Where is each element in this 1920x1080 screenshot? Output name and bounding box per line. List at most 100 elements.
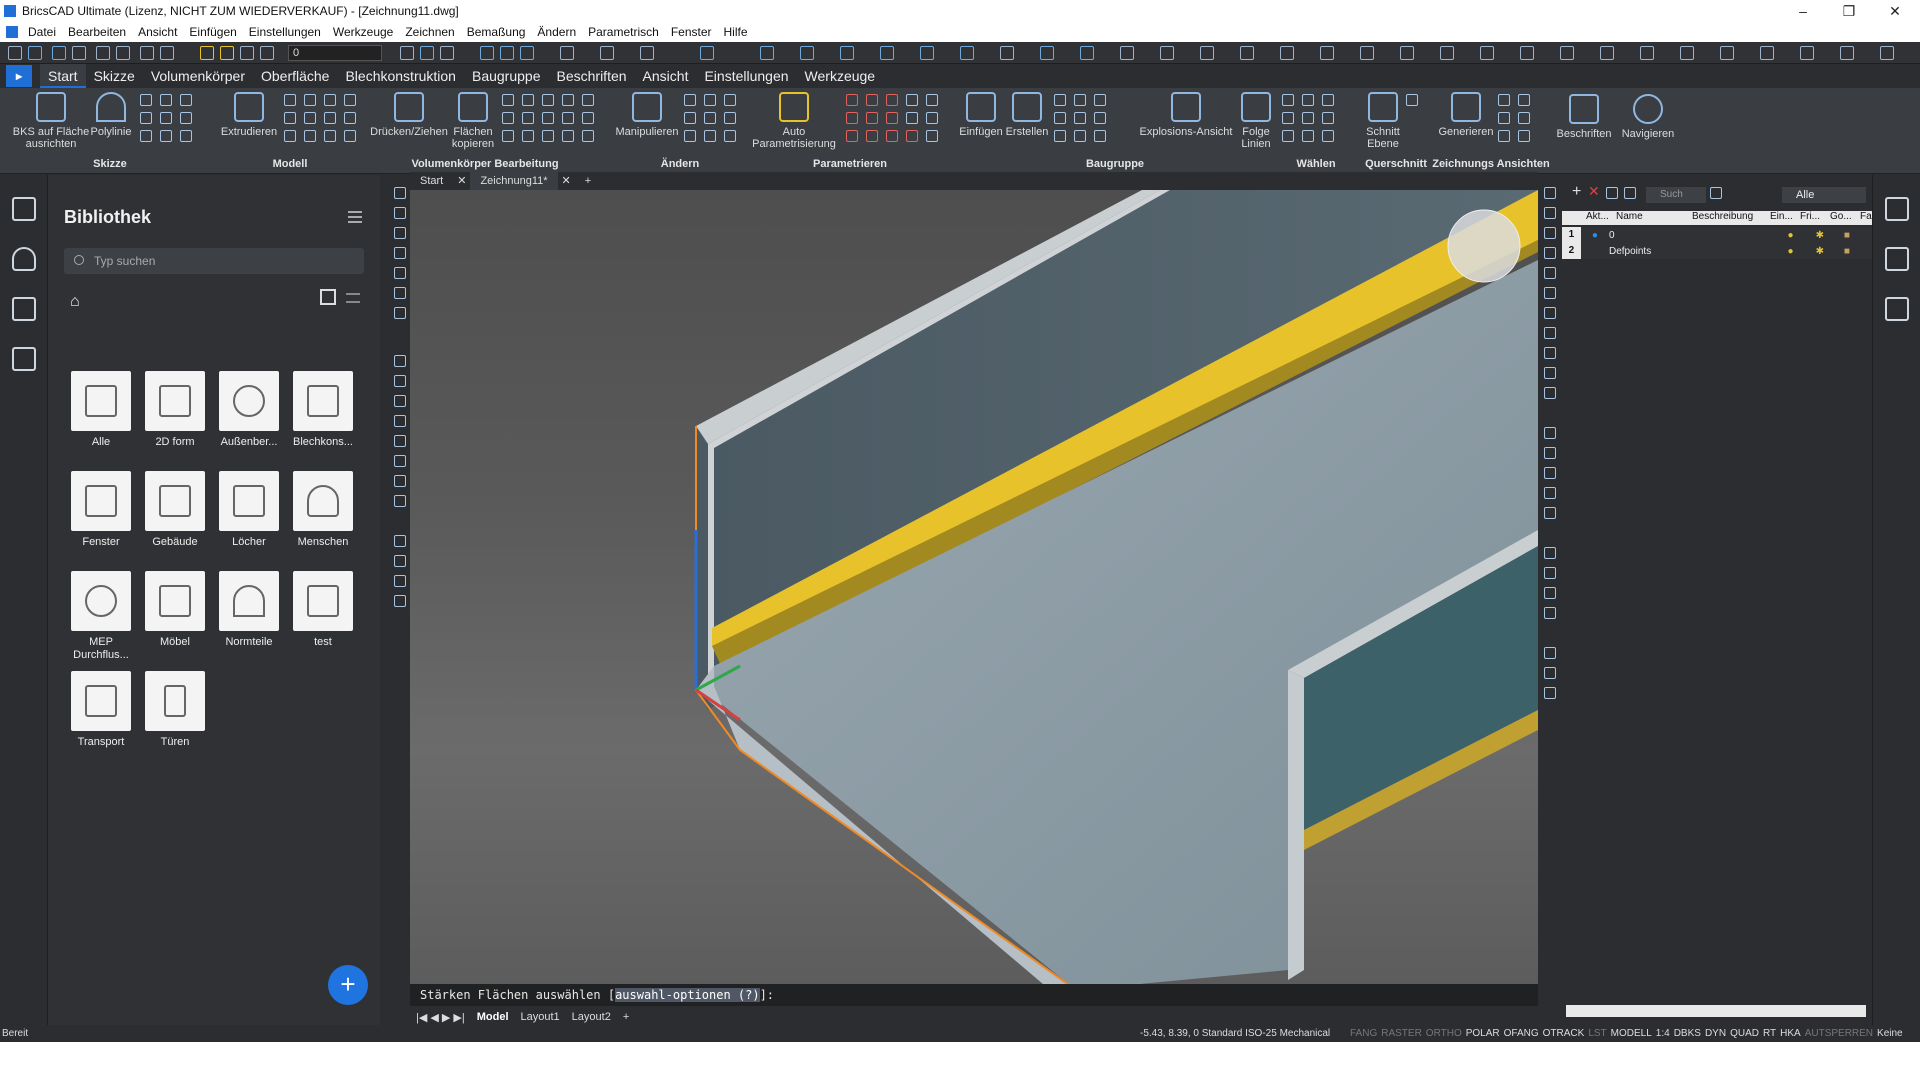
select-bodies-icon[interactable] — [1302, 112, 1314, 124]
snap-intersection-icon[interactable] — [1544, 287, 1556, 299]
properties-panel-icon[interactable] — [1885, 197, 1909, 221]
ellipse-icon[interactable] — [180, 94, 192, 106]
spline-icon[interactable] — [160, 130, 172, 142]
add-library-item-button[interactable]: + — [328, 965, 368, 1005]
explode-view-button[interactable]: Explosions-Ansicht — [1136, 92, 1236, 138]
perpendicular-constraint-icon[interactable] — [866, 112, 878, 124]
modify-fillet-icon[interactable] — [1544, 607, 1556, 619]
col-fa[interactable]: Fa — [1856, 211, 1872, 225]
application-button[interactable]: ▸ — [6, 65, 32, 87]
layer-on-icon[interactable]: ● — [1787, 246, 1815, 257]
layer-on-icon[interactable]: ● — [1787, 230, 1815, 241]
zoom-window-icon[interactable] — [840, 46, 854, 60]
section-view-icon[interactable] — [1498, 112, 1510, 124]
chamfer-edge-icon[interactable] — [1560, 46, 1574, 60]
print-icon[interactable] — [96, 46, 110, 60]
snap-icon[interactable] — [760, 46, 774, 60]
fillet-icon[interactable] — [502, 130, 514, 142]
navigate-button[interactable]: Navigieren — [1614, 94, 1682, 140]
snap-nearest-icon[interactable] — [1544, 367, 1556, 379]
view-named-icon[interactable] — [1544, 667, 1556, 679]
select-features-icon[interactable] — [1282, 112, 1294, 124]
sheetmetal-relief-icon[interactable] — [1840, 46, 1854, 60]
polyline-button[interactable]: Polylinie — [88, 92, 134, 138]
block-icon[interactable] — [1200, 46, 1214, 60]
mesh-icon[interactable] — [1240, 46, 1254, 60]
modify-extend-icon[interactable] — [1544, 567, 1556, 579]
move-icon[interactable] — [684, 94, 696, 106]
sheetmetal-export-icon[interactable] — [1880, 46, 1894, 60]
sheetmetal-bend-icon[interactable] — [1760, 46, 1774, 60]
follow-lines-button[interactable]: Folge Linien — [1236, 92, 1276, 150]
align-icon[interactable] — [684, 130, 696, 142]
offset-face-icon[interactable] — [542, 94, 554, 106]
redo-icon[interactable] — [160, 46, 174, 60]
tangent-constraint-icon[interactable] — [886, 112, 898, 124]
union-icon[interactable] — [1400, 46, 1414, 60]
modify-scale-icon[interactable] — [1544, 487, 1556, 499]
library-item-moebel[interactable]: Möbel — [138, 571, 212, 649]
col-ein[interactable]: Ein... — [1766, 211, 1796, 225]
menu-fenster[interactable]: Fenster — [665, 25, 718, 39]
modify-rotate-icon[interactable] — [1544, 467, 1556, 479]
layer-row[interactable]: 1 ● 0 ● ✱ ■ — [1562, 227, 1872, 243]
command-option[interactable]: auswahl-optionen (?) — [615, 988, 760, 1002]
maximize-button[interactable]: ❐ — [1826, 0, 1872, 22]
distance-constraint-icon[interactable] — [906, 94, 918, 106]
modify-move-icon[interactable] — [1544, 427, 1556, 439]
arc-icon[interactable] — [160, 112, 172, 124]
generate-views-button[interactable]: Generieren — [1436, 92, 1496, 138]
extend-icon[interactable] — [724, 130, 736, 142]
view-orbit-icon[interactable] — [1544, 687, 1556, 699]
snap-midpoint-icon[interactable] — [1544, 207, 1556, 219]
library-item-blechkonstruktion[interactable]: Blechkons... — [286, 371, 360, 449]
array-icon[interactable] — [724, 112, 736, 124]
tolerance-icon[interactable] — [1094, 112, 1106, 124]
sweep-icon[interactable] — [344, 112, 356, 124]
point-tool-icon[interactable] — [394, 595, 406, 607]
symmetric-constraint-icon[interactable] — [866, 130, 878, 142]
solid-cylinder-icon[interactable] — [1320, 46, 1334, 60]
status-toggle-keine[interactable]: Keine — [1877, 1026, 1903, 1042]
ucs-icon[interactable] — [1000, 46, 1014, 60]
help-icon[interactable] — [700, 46, 714, 60]
equal-constraint-icon[interactable] — [846, 130, 858, 142]
imprint-icon[interactable] — [542, 112, 554, 124]
library-item-2d-form[interactable]: 2D form — [138, 371, 212, 449]
localize-icon[interactable] — [1054, 94, 1066, 106]
status-toggle-raster[interactable]: RASTER — [1381, 1026, 1422, 1042]
tab-werkzeuge[interactable]: Werkzeuge — [797, 64, 884, 88]
model-view[interactable] — [410, 190, 1538, 990]
view-cube-icon[interactable] — [480, 46, 494, 60]
plot-preview-icon[interactable] — [116, 46, 130, 60]
save-icon[interactable] — [52, 46, 66, 60]
auto-param-button[interactable]: Auto Parametrisierung — [748, 92, 840, 150]
mate-icon[interactable] — [1054, 112, 1066, 124]
check-icon[interactable] — [542, 130, 554, 142]
layers-panel-icon[interactable] — [1885, 247, 1909, 271]
layer-lock-icon[interactable]: ■ — [1844, 246, 1872, 257]
component-props-icon[interactable] — [1094, 130, 1106, 142]
col-beschreibung[interactable]: Beschreibung — [1688, 211, 1766, 225]
menu-bearbeiten[interactable]: Bearbeiten — [62, 25, 132, 39]
section-icon[interactable] — [1640, 46, 1654, 60]
flatshot-icon[interactable] — [1680, 46, 1694, 60]
mtext-tool-icon[interactable] — [394, 495, 406, 507]
text-style-icon[interactable] — [1120, 46, 1134, 60]
status-toggle-autsperren[interactable]: AUTSPERREN — [1805, 1026, 1873, 1042]
sheetmetal-unfold-icon[interactable] — [1800, 46, 1814, 60]
cylinder-icon[interactable] — [304, 112, 316, 124]
annotate-button[interactable]: Beschriften — [1548, 94, 1620, 140]
table-tool-icon[interactable] — [394, 455, 406, 467]
view-front-icon[interactable] — [1080, 46, 1094, 60]
status-toggle-1-4[interactable]: 1:4 — [1656, 1026, 1670, 1042]
modify-trim-icon[interactable] — [1544, 547, 1556, 559]
manipulate-button[interactable]: Manipulieren — [612, 92, 682, 138]
current-layer-dropdown[interactable]: 0 — [288, 45, 382, 61]
clean-icon[interactable] — [582, 112, 594, 124]
menu-bemassung[interactable]: Bemaßung — [461, 25, 532, 39]
status-toggle-hka[interactable]: HKA — [1780, 1026, 1801, 1042]
layers-scrollbar[interactable] — [1566, 1005, 1866, 1017]
layer-thaw-icon[interactable]: ✱ — [1816, 230, 1844, 241]
drawing-viewport[interactable] — [410, 190, 1538, 990]
